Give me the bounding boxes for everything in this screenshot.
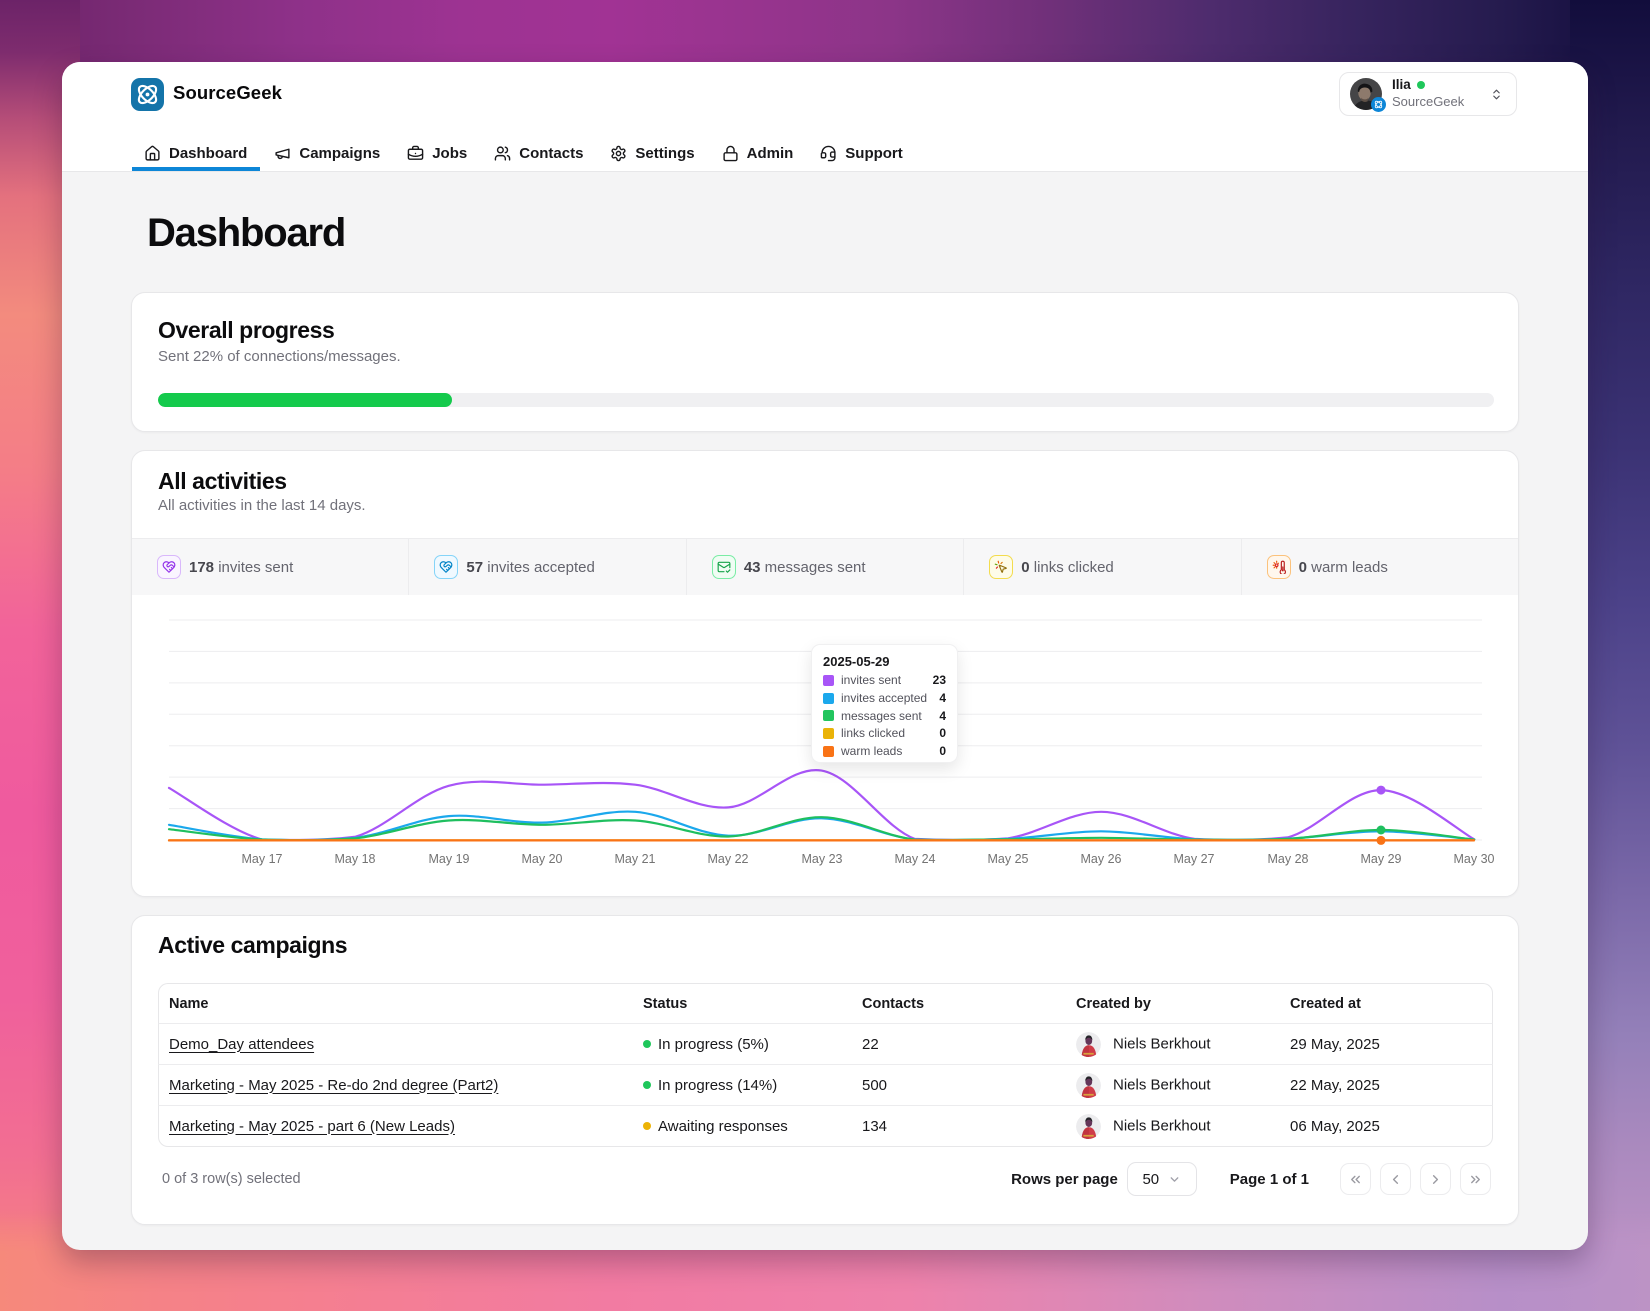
svg-text:May 19: May 19 <box>429 852 470 866</box>
svg-text:May 28: May 28 <box>1268 852 1309 866</box>
svg-text:May 20: May 20 <box>522 852 563 866</box>
svg-text:May 18: May 18 <box>335 852 376 866</box>
svg-text:May 17: May 17 <box>242 852 283 866</box>
svg-text:May 29: May 29 <box>1361 852 1402 866</box>
svg-text:May 30: May 30 <box>1454 852 1495 866</box>
svg-text:May 22: May 22 <box>708 852 749 866</box>
svg-text:May 23: May 23 <box>802 852 843 866</box>
svg-text:May 24: May 24 <box>895 852 936 866</box>
svg-text:May 21: May 21 <box>615 852 656 866</box>
svg-text:May 25: May 25 <box>988 852 1029 866</box>
svg-text:May 27: May 27 <box>1174 852 1215 866</box>
svg-text:May 26: May 26 <box>1081 852 1122 866</box>
